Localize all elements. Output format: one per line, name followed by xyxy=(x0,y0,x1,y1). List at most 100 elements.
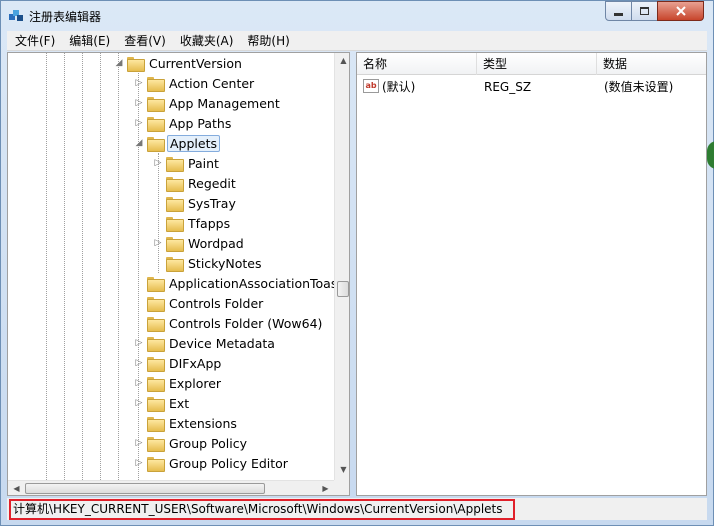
title-bar[interactable]: 注册表编辑器 xyxy=(1,1,713,31)
folder-icon xyxy=(147,116,165,132)
collapsed-arrow-icon[interactable]: ▷ xyxy=(134,118,144,128)
tree-guide-line xyxy=(82,53,83,480)
tree-node-extensions[interactable]: Extensions xyxy=(134,413,239,433)
registry-tree-pane[interactable]: ◢ CurrentVersion ▷ Action Center ▷ App M… xyxy=(7,52,350,496)
tree-node-label: Applets xyxy=(167,134,220,152)
collapsed-arrow-icon[interactable]: ▷ xyxy=(134,98,144,108)
folder-icon xyxy=(147,376,165,392)
tree-guide-line xyxy=(118,53,119,480)
folder-icon xyxy=(147,436,165,452)
tree-node-applets[interactable]: ◢ Applets xyxy=(134,133,220,153)
no-arrow xyxy=(153,178,163,188)
collapsed-arrow-icon[interactable]: ▷ xyxy=(134,398,144,408)
tree-node-explorer[interactable]: ▷ Explorer xyxy=(134,373,223,393)
column-header-name[interactable]: 名称 xyxy=(357,53,477,75)
scroll-right-icon[interactable]: ▶ xyxy=(317,484,334,493)
folder-icon xyxy=(166,156,184,172)
column-header-type[interactable]: 类型 xyxy=(477,53,597,75)
tree-node-group-policy-editor[interactable]: ▷ Group Policy Editor xyxy=(134,453,290,473)
tree-node-label: Controls Folder xyxy=(169,295,264,311)
tree-guide-line xyxy=(46,53,47,480)
folder-icon xyxy=(166,176,184,192)
tree-node-app-management[interactable]: ▷ App Management xyxy=(134,93,282,113)
collapsed-arrow-icon[interactable]: ▷ xyxy=(153,158,163,168)
scroll-up-icon[interactable]: ▲ xyxy=(335,56,349,65)
scroll-thumb[interactable] xyxy=(337,281,349,297)
no-arrow xyxy=(134,278,144,288)
folder-icon xyxy=(147,416,165,432)
tree-node-regedit[interactable]: Regedit xyxy=(153,173,238,193)
tree-node-wordpad[interactable]: ▷ Wordpad xyxy=(153,233,246,253)
collapsed-arrow-icon[interactable]: ▷ xyxy=(134,78,144,88)
tree-vertical-scrollbar[interactable]: ▲ ▼ xyxy=(334,53,349,480)
tree-node-difxapp[interactable]: ▷ DIFxApp xyxy=(134,353,223,373)
tree-node-systray[interactable]: SysTray xyxy=(153,193,238,213)
folder-open-icon xyxy=(127,56,145,72)
folder-icon xyxy=(166,256,184,272)
folder-icon xyxy=(147,396,165,412)
registry-tree: ◢ CurrentVersion ▷ Action Center ▷ App M… xyxy=(8,53,334,480)
menu-help[interactable]: 帮助(H) xyxy=(239,31,295,51)
window-title: 注册表编辑器 xyxy=(29,10,102,24)
collapsed-arrow-icon[interactable]: ▷ xyxy=(134,458,144,468)
menu-view[interactable]: 查看(V) xyxy=(116,31,172,51)
edge-badge xyxy=(707,141,714,169)
column-header-data[interactable]: 数据 xyxy=(597,53,706,75)
collapsed-arrow-icon[interactable]: ▷ xyxy=(134,438,144,448)
status-bar: 计算机\HKEY_CURRENT_USER\Software\Microsoft… xyxy=(7,498,707,520)
folder-icon xyxy=(166,216,184,232)
menu-edit[interactable]: 编辑(E) xyxy=(61,31,116,51)
values-list-pane[interactable]: 名称 类型 数据 ab (默认) REG_SZ (数值未设置) xyxy=(356,52,707,496)
tree-node-group-policy[interactable]: ▷ Group Policy xyxy=(134,433,249,453)
list-header: 名称 类型 数据 xyxy=(357,53,706,75)
collapsed-arrow-icon[interactable]: ▷ xyxy=(134,338,144,348)
scroll-down-icon[interactable]: ▼ xyxy=(335,465,349,474)
tree-node-action-center[interactable]: ▷ Action Center xyxy=(134,73,256,93)
folder-icon xyxy=(147,456,165,472)
collapsed-arrow-icon[interactable]: ▷ xyxy=(134,378,144,388)
scroll-left-icon[interactable]: ◀ xyxy=(8,484,25,493)
close-button[interactable] xyxy=(657,1,704,21)
tree-node-ext[interactable]: ▷ Ext xyxy=(134,393,191,413)
tree-node-applicationassociationtoasts[interactable]: ApplicationAssociationToasts xyxy=(134,273,334,293)
scroll-thumb[interactable] xyxy=(25,483,265,494)
tree-node-currentversion[interactable]: ◢ CurrentVersion xyxy=(114,53,244,73)
close-icon xyxy=(675,6,686,16)
tree-node-app-paths[interactable]: ▷ App Paths xyxy=(134,113,233,133)
menu-file[interactable]: 文件(F) xyxy=(7,31,61,51)
string-value-icon: ab xyxy=(363,79,379,93)
tree-node-label: Group Policy Editor xyxy=(169,455,288,471)
folder-icon xyxy=(147,276,165,292)
folder-icon xyxy=(147,356,165,372)
maximize-button[interactable] xyxy=(631,1,658,21)
regedit-window: 注册表编辑器 文件(F) 编辑(E) 查看(V) 收藏夹(A) 帮助(H) ◢ … xyxy=(0,0,714,526)
value-name: (默认) xyxy=(382,80,416,94)
tree-node-device-metadata[interactable]: ▷ Device Metadata xyxy=(134,333,277,353)
folder-icon xyxy=(147,336,165,352)
tree-node-label: Device Metadata xyxy=(169,335,275,351)
list-item[interactable]: ab (默认) REG_SZ (数值未设置) xyxy=(357,77,706,97)
tree-node-label: ApplicationAssociationToasts xyxy=(169,275,334,291)
collapsed-arrow-icon[interactable]: ▷ xyxy=(153,238,163,248)
menu-favorites[interactable]: 收藏夹(A) xyxy=(172,31,240,51)
expanded-arrow-icon[interactable]: ◢ xyxy=(134,138,144,148)
tree-node-label: Controls Folder (Wow64) xyxy=(169,315,323,331)
menu-bar: 文件(F) 编辑(E) 查看(V) 收藏夹(A) 帮助(H) xyxy=(7,31,707,51)
key-path: 计算机\HKEY_CURRENT_USER\Software\Microsoft… xyxy=(9,499,515,520)
tree-node-label: Action Center xyxy=(169,75,255,91)
minimize-button[interactable] xyxy=(605,1,632,21)
tree-node-paint[interactable]: ▷ Paint xyxy=(153,153,221,173)
tree-node-stickynotes[interactable]: StickyNotes xyxy=(153,253,263,273)
regedit-app-icon xyxy=(9,10,23,21)
folder-icon xyxy=(166,196,184,212)
tree-horizontal-scrollbar[interactable]: ◀ ▶ xyxy=(8,480,334,495)
no-arrow xyxy=(134,298,144,308)
collapsed-arrow-icon[interactable]: ▷ xyxy=(134,358,144,368)
tree-node-tfapps[interactable]: Tfapps xyxy=(153,213,232,233)
tree-node-label: App Management xyxy=(169,95,280,111)
folder-icon xyxy=(147,76,165,92)
tree-node-controls-folder[interactable]: Controls Folder xyxy=(134,293,265,313)
expanded-arrow-icon[interactable]: ◢ xyxy=(114,58,124,68)
tree-node-label: Wordpad xyxy=(188,235,244,251)
tree-node-controls-folder-wow64[interactable]: Controls Folder (Wow64) xyxy=(134,313,324,333)
